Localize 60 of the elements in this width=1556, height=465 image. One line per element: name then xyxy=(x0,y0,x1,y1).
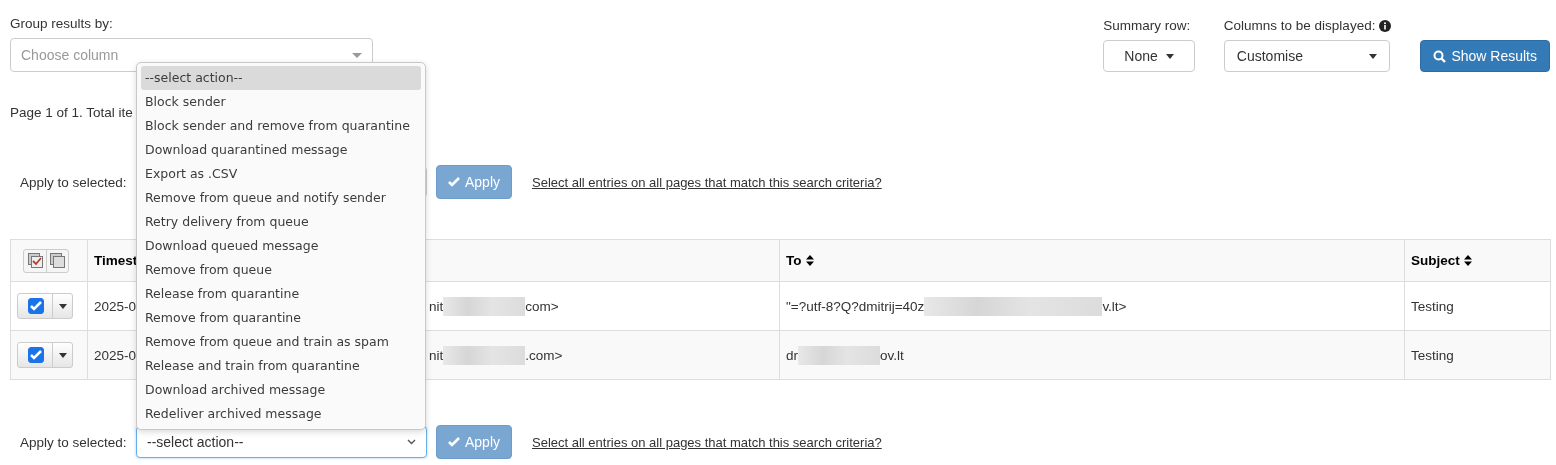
dropdown-option[interactable]: --select action-- xyxy=(141,66,421,90)
email-text: dr xyxy=(786,347,798,363)
columns-dropdown[interactable]: Customise xyxy=(1223,40,1390,72)
dropdown-option[interactable]: Block sender xyxy=(141,90,421,114)
dropdown-option[interactable]: Retry delivery from queue xyxy=(141,210,421,234)
table-cell: Testing xyxy=(1411,347,1454,363)
dropdown-option[interactable]: Redeliver archived message xyxy=(141,402,421,426)
table-cell: 2025-0 xyxy=(94,298,137,314)
row-checkbox[interactable] xyxy=(28,347,44,363)
select-all-link[interactable]: Select all entries on all pages that match this search criteria? xyxy=(532,174,882,190)
chevron-icon xyxy=(407,439,416,445)
group-by-label: Group results by: xyxy=(10,16,114,31)
row-checkbox[interactable] xyxy=(28,298,44,314)
show-results-button[interactable]: Show Results xyxy=(1420,40,1550,72)
dropdown-option[interactable]: Export as .CSV xyxy=(141,162,421,186)
check-icon xyxy=(30,350,42,360)
dropdown-option[interactable]: Download queued message xyxy=(141,234,421,258)
sort-icon xyxy=(805,255,814,266)
page-info: Page 1 of 1. Total ite xyxy=(10,105,133,120)
column-header[interactable]: To xyxy=(786,253,802,268)
column-header[interactable]: Subject xyxy=(1411,253,1460,268)
dropdown-option[interactable]: Remove from queue and notify sender xyxy=(141,186,421,210)
uncheck-all-button[interactable] xyxy=(46,249,68,272)
email-text: .com> xyxy=(525,347,563,363)
summary-row-dropdown[interactable]: None xyxy=(1103,40,1195,72)
sort-icon xyxy=(1463,255,1472,266)
apply-label: Apply to selected: xyxy=(20,174,128,190)
check-icon xyxy=(448,437,460,447)
apply-label: Apply to selected: xyxy=(20,434,128,450)
summary-row-label: Summary row: xyxy=(1103,18,1192,33)
email-text: com> xyxy=(525,298,559,314)
check-icon xyxy=(30,301,42,311)
check-icon xyxy=(448,177,460,187)
dropdown-option[interactable]: Download archived message xyxy=(141,378,421,402)
dropdown-option[interactable]: Release and train from quarantine xyxy=(141,354,421,378)
table-cell: Testing xyxy=(1411,298,1454,314)
caret-icon xyxy=(58,352,67,358)
dropdown-option[interactable]: Remove from queue and train as spam xyxy=(141,330,421,354)
info-icon xyxy=(1379,19,1392,32)
select-all-link[interactable]: Select all entries on all pages that match this search criteria? xyxy=(532,434,882,450)
dropdown-option[interactable]: Download quarantined message xyxy=(141,138,421,162)
email-text: v.lt> xyxy=(1102,298,1127,314)
dropdown-option[interactable]: Block sender and remove from quarantine xyxy=(141,114,421,138)
columns-label: Columns to be displayed: xyxy=(1223,18,1376,33)
search-icon xyxy=(1433,49,1447,63)
uncheck-all-icon xyxy=(50,253,65,268)
caret-icon xyxy=(1165,53,1174,59)
table-cell: 2025-0 xyxy=(94,347,137,363)
dropdown-option[interactable]: Remove from quarantine xyxy=(141,306,421,330)
email-text: ov.lt xyxy=(880,347,904,363)
dropdown-option[interactable]: Remove from queue xyxy=(141,258,421,282)
email-text: nit xyxy=(429,298,444,314)
email-text: "=?utf-8?Q?dmitrij=40z xyxy=(786,298,925,314)
column-header: Timest xyxy=(94,253,138,268)
caret-icon xyxy=(58,303,67,309)
caret-icon xyxy=(1368,53,1377,59)
check-all-icon xyxy=(27,253,43,268)
caret-icon xyxy=(352,52,362,58)
email-text: nit xyxy=(429,347,444,363)
dropdown-option[interactable]: Release from quarantine xyxy=(141,282,421,306)
